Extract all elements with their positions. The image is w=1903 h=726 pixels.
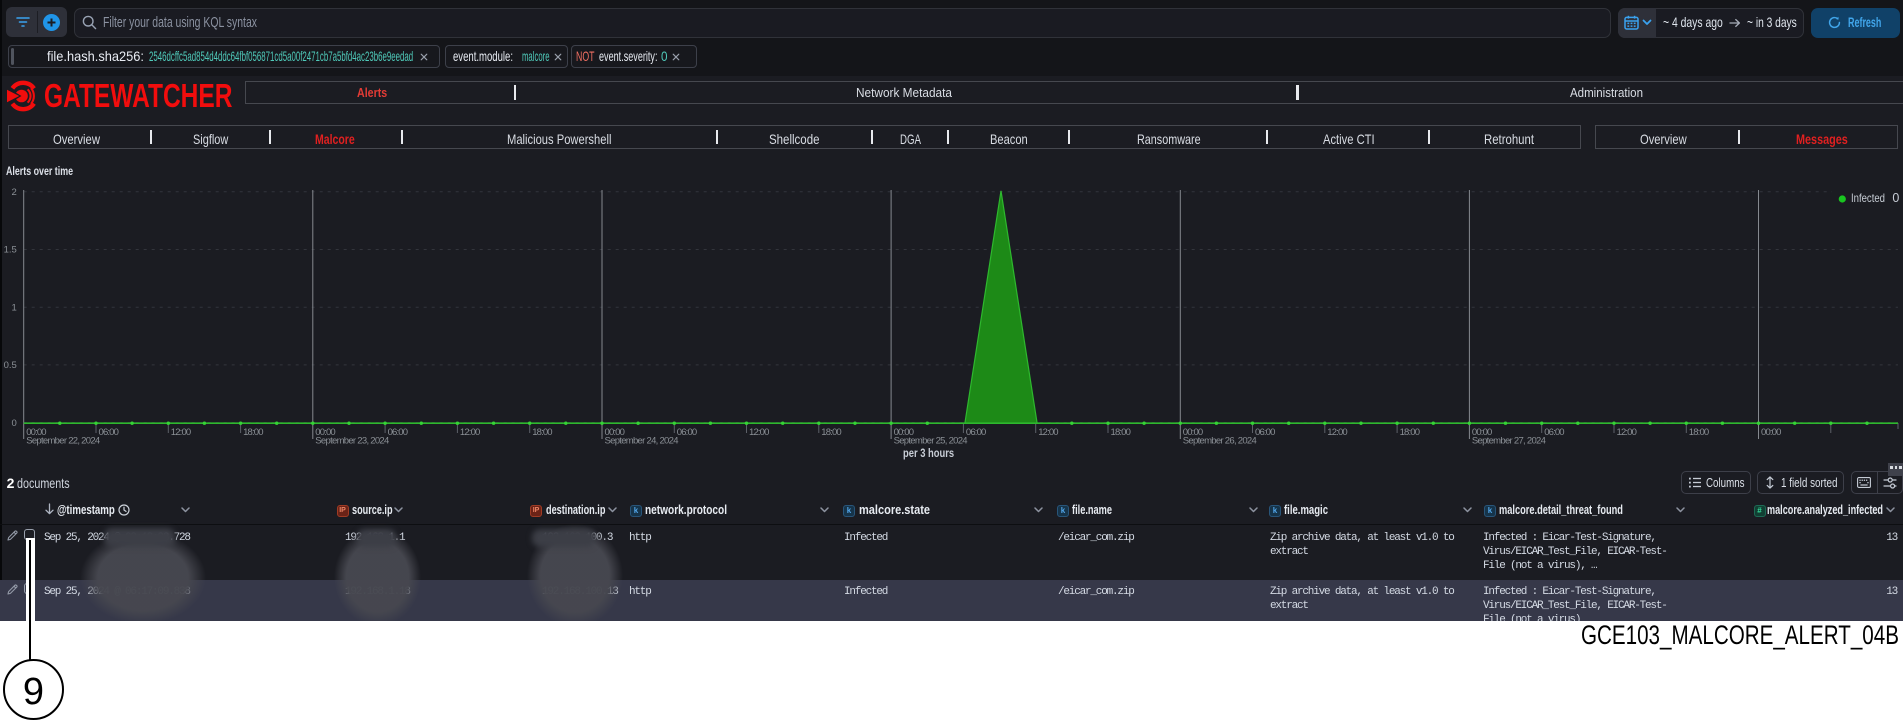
svg-text:1.5: 1.5 (4, 245, 17, 256)
svg-text:18:00: 18:00 (821, 427, 841, 438)
svg-text:18:00: 18:00 (1400, 427, 1420, 438)
svg-text:18:00: 18:00 (1689, 427, 1709, 438)
svg-text:12:00: 12:00 (1327, 427, 1347, 438)
svg-text:September 25, 2024: September 25, 2024 (894, 436, 968, 447)
svg-text:06:00: 06:00 (677, 427, 697, 438)
svg-text:12:00: 12:00 (1038, 427, 1058, 438)
svg-text:September 24, 2024: September 24, 2024 (605, 436, 679, 447)
svg-text:06:00: 06:00 (966, 427, 986, 438)
svg-text:18:00: 18:00 (243, 427, 263, 438)
svg-text:18:00: 18:00 (532, 427, 552, 438)
svg-text:September 22, 2024: September 22, 2024 (26, 436, 100, 447)
svg-text:12:00: 12:00 (460, 427, 480, 438)
svg-text:06:00: 06:00 (1255, 427, 1275, 438)
svg-text:September 23, 2024: September 23, 2024 (315, 436, 389, 447)
svg-text:12:00: 12:00 (171, 427, 191, 438)
svg-text:06:00: 06:00 (99, 427, 119, 438)
svg-text:0.5: 0.5 (4, 360, 17, 371)
svg-text:18:00: 18:00 (1111, 427, 1131, 438)
svg-text:September 27, 2024: September 27, 2024 (1472, 436, 1546, 447)
svg-text:12:00: 12:00 (749, 427, 769, 438)
svg-text:0: 0 (12, 418, 17, 429)
svg-text:1: 1 (12, 302, 17, 313)
svg-text:06:00: 06:00 (388, 427, 408, 438)
svg-text:00:00: 00:00 (1761, 427, 1781, 438)
svg-text:2: 2 (12, 187, 17, 198)
svg-text:September 26, 2024: September 26, 2024 (1183, 436, 1257, 447)
svg-text:06:00: 06:00 (1544, 427, 1564, 438)
svg-text:12:00: 12:00 (1617, 427, 1637, 438)
